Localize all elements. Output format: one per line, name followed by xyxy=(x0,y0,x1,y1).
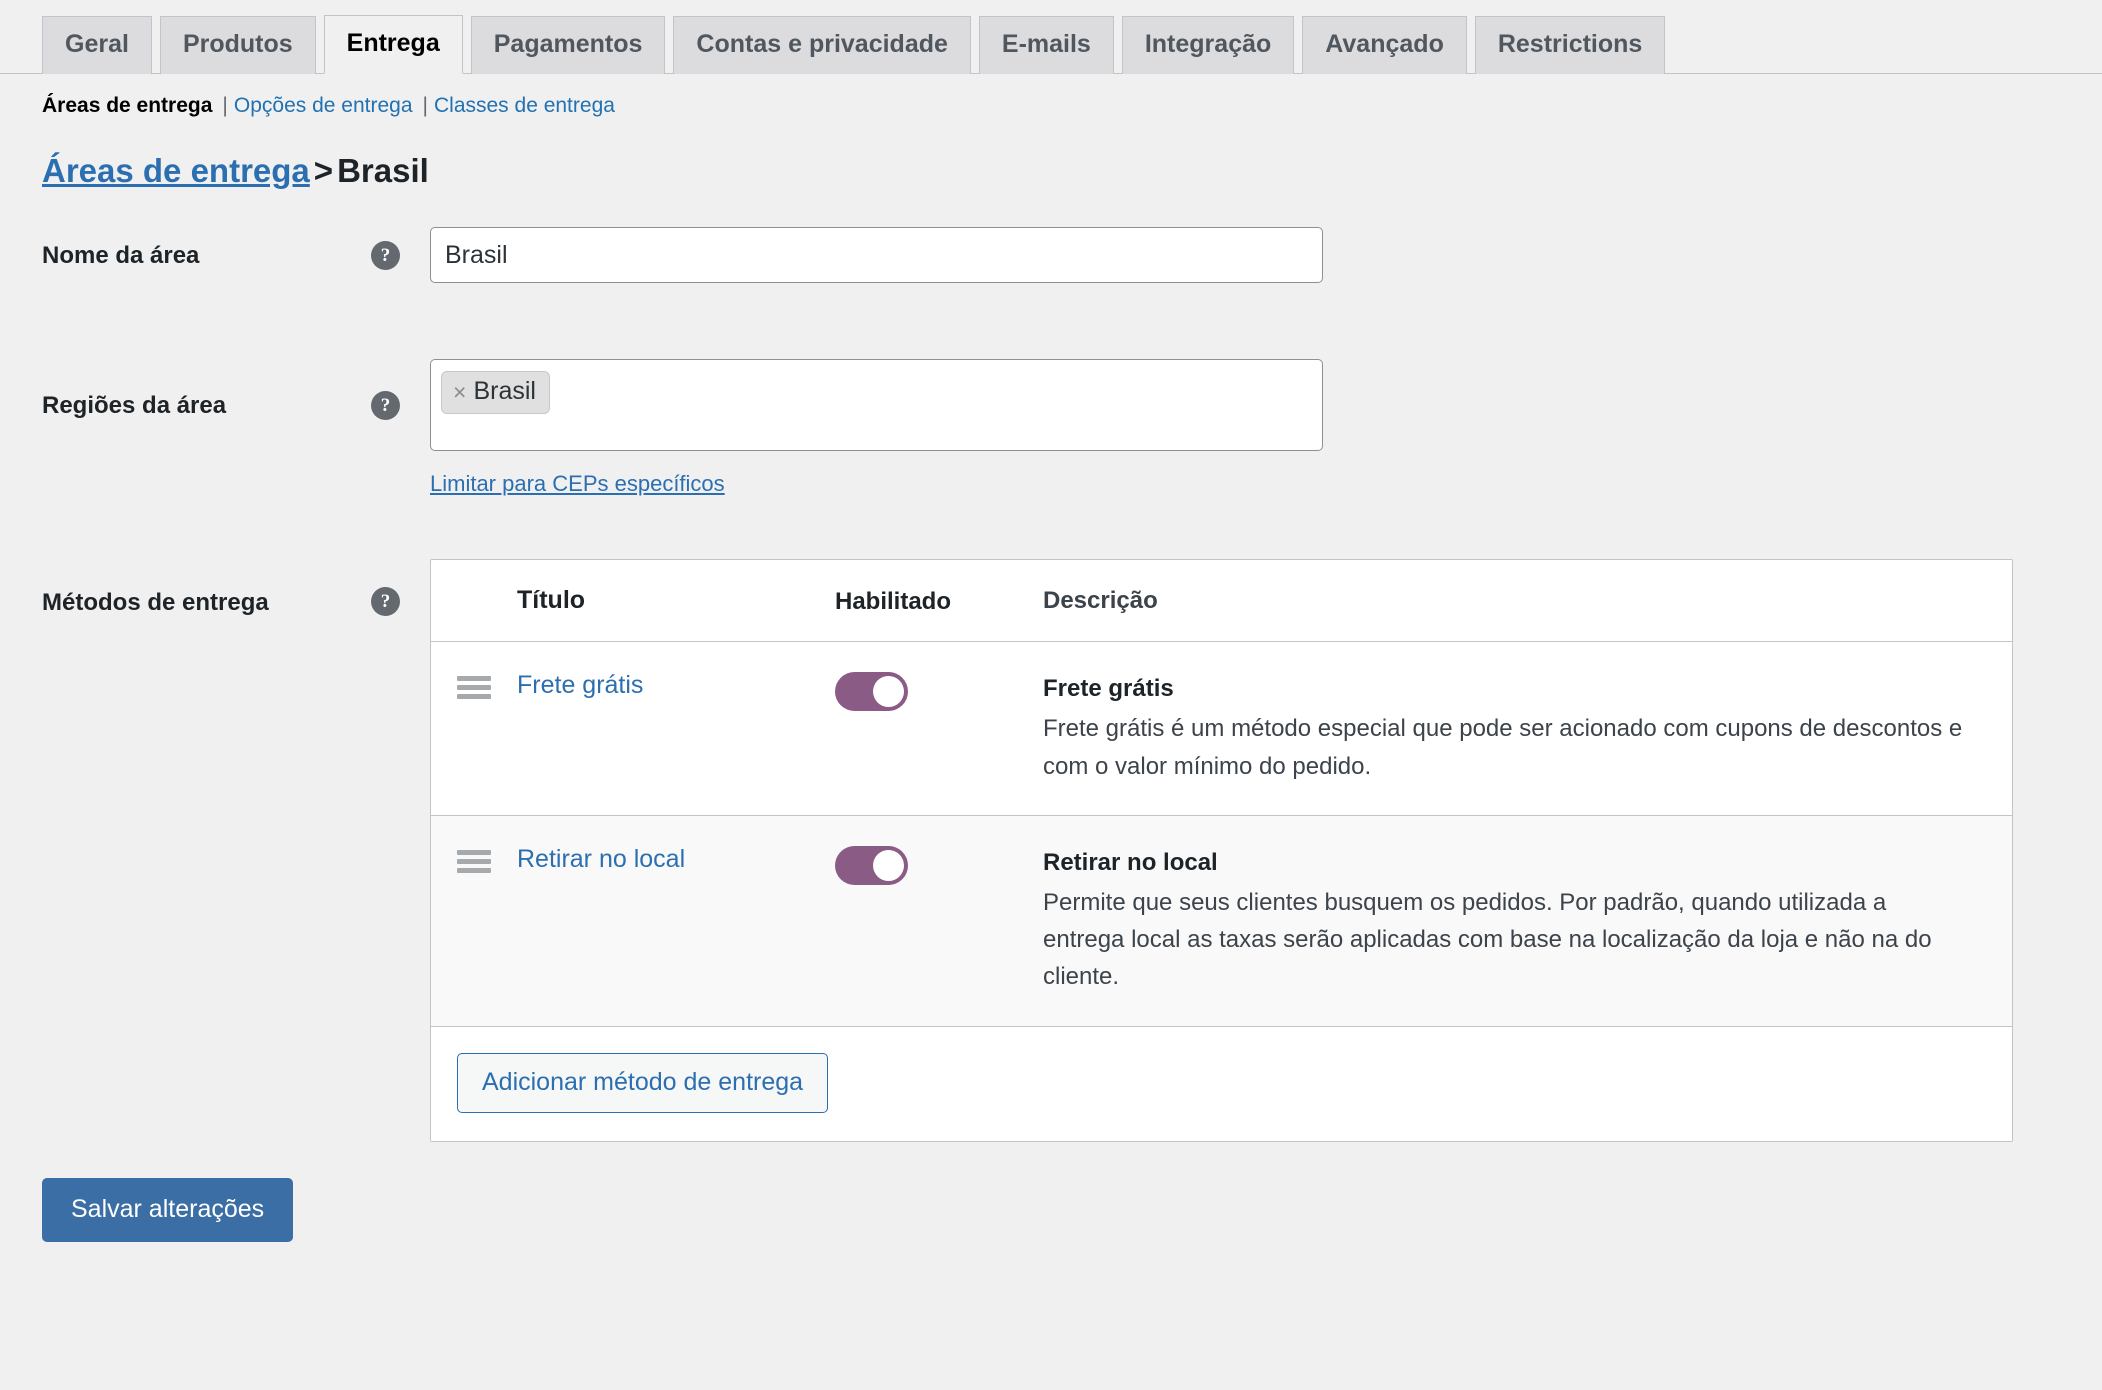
form-row-shipping-methods: Métodos de entrega ? Título Habilitado D… xyxy=(0,559,2102,1142)
zone-regions-select[interactable]: × Brasil xyxy=(430,359,1323,452)
region-tag-label: Brasil xyxy=(473,377,536,406)
table-footer-row: Adicionar método de entrega xyxy=(431,1026,2012,1141)
form-row-zone-regions: Regiões da área ? × Brasil Limitar para … xyxy=(0,359,2102,497)
drag-handle-icon[interactable] xyxy=(457,849,491,873)
table-row: Frete grátis Frete grátis Frete grátis é… xyxy=(431,642,2012,816)
description-body: Frete grátis é um método especial que po… xyxy=(1043,715,1963,780)
description-body: Permite que seus clientes busquem os ped… xyxy=(1043,889,1932,991)
shipping-method-link-retirar-no-local[interactable]: Retirar no local xyxy=(517,845,685,873)
column-header-handle xyxy=(431,598,517,604)
breadcrumb-current: Brasil xyxy=(337,152,429,190)
drag-handle-icon[interactable] xyxy=(457,676,491,700)
column-header-descricao: Descrição xyxy=(1043,587,1158,615)
tab-entrega[interactable]: Entrega xyxy=(323,14,463,74)
column-header-titulo: Título xyxy=(517,586,586,615)
row-description-cell: Retirar no local Permite que seus client… xyxy=(1043,844,2012,996)
subnav-item-opcoes-de-entrega[interactable]: Opções de entrega xyxy=(234,91,413,120)
label-shipping-methods-cell: Métodos de entrega ? xyxy=(0,559,430,617)
description-title: Retirar no local xyxy=(1043,848,1218,876)
row-description-cell: Frete grátis Frete grátis é um método es… xyxy=(1043,670,2012,785)
zone-name-input[interactable] xyxy=(430,227,1323,284)
tab-avancado[interactable]: Avançado xyxy=(1302,15,1467,74)
settings-tab-nav: Geral Produtos Entrega Pagamentos Contas… xyxy=(0,0,2102,74)
row-enabled-cell xyxy=(817,670,1043,712)
remove-icon[interactable]: × xyxy=(453,380,466,404)
breadcrumb-parent-link[interactable]: Áreas de entrega xyxy=(42,152,310,189)
add-shipping-method-button[interactable]: Adicionar método de entrega xyxy=(457,1052,829,1113)
limit-to-postcodes-link[interactable]: Limitar para CEPs específicos xyxy=(430,471,725,497)
help-icon-shipping-methods[interactable]: ? xyxy=(371,587,400,617)
tab-produtos[interactable]: Produtos xyxy=(159,15,316,74)
form-row-zone-name: Nome da área ? xyxy=(0,227,2102,284)
submit-area: Salvar alterações xyxy=(42,1177,2102,1242)
tab-integracao[interactable]: Integração xyxy=(1121,15,1295,74)
subnav-separator-2: | xyxy=(422,94,428,117)
shipping-zone-form: Nome da área ? Regiões da área ? × Brasi… xyxy=(0,227,2102,1142)
row-handle-cell xyxy=(431,670,517,700)
shipping-methods-table: Título Habilitado Descrição Frete grátis xyxy=(430,559,2013,1142)
help-icon-zone-regions[interactable]: ? xyxy=(371,390,400,420)
row-title-cell: Retirar no local xyxy=(517,844,817,875)
label-zone-name-cell: Nome da área ? xyxy=(0,227,430,283)
field-shipping-methods-cell: Título Habilitado Descrição Frete grátis xyxy=(430,559,2102,1142)
region-tag-brasil[interactable]: × Brasil xyxy=(441,371,550,414)
field-zone-regions-cell: × Brasil Limitar para CEPs específicos xyxy=(430,359,2102,497)
tab-pagamentos[interactable]: Pagamentos xyxy=(470,15,666,74)
table-row: Retirar no local Retirar no local Permit… xyxy=(431,815,2012,1027)
row-enabled-cell xyxy=(817,844,1043,885)
row-title-cell: Frete grátis xyxy=(517,670,817,701)
help-icon-zone-name[interactable]: ? xyxy=(371,240,400,270)
subnav-item-classes-de-entrega[interactable]: Classes de entrega xyxy=(434,91,615,120)
row-handle-cell xyxy=(431,844,517,873)
description-title: Frete grátis xyxy=(1043,675,1174,703)
shipping-method-link-frete-gratis[interactable]: Frete grátis xyxy=(517,671,643,699)
enabled-toggle-frete-gratis[interactable] xyxy=(835,672,908,712)
tab-restrictions[interactable]: Restrictions xyxy=(1474,15,1666,74)
label-zone-regions-cell: Regiões da área ? xyxy=(0,359,430,451)
label-zone-name: Nome da área xyxy=(42,241,200,269)
tab-emails[interactable]: E-mails xyxy=(978,15,1114,74)
tab-contas-e-privacidade[interactable]: Contas e privacidade xyxy=(673,15,971,74)
toggle-knob xyxy=(873,676,904,708)
enabled-toggle-retirar-no-local[interactable] xyxy=(835,845,908,885)
page-title: Áreas de entrega > Brasil xyxy=(42,150,2102,193)
toggle-knob xyxy=(873,849,904,881)
save-changes-button[interactable]: Salvar alterações xyxy=(42,1177,294,1242)
tab-geral[interactable]: Geral xyxy=(42,15,152,74)
shipping-subnav: Áreas de entrega | Opções de entrega | C… xyxy=(42,91,2102,120)
subnav-item-areas-de-entrega: Áreas de entrega xyxy=(42,94,213,117)
field-zone-name-cell xyxy=(430,227,2102,284)
label-shipping-methods: Métodos de entrega xyxy=(42,589,269,617)
subnav-separator-1: | xyxy=(222,94,228,117)
breadcrumb-separator: > xyxy=(313,152,334,190)
label-zone-regions: Regiões da área xyxy=(42,391,227,419)
table-header-row: Título Habilitado Descrição xyxy=(431,560,2012,643)
column-header-habilitado: Habilitado xyxy=(835,587,952,615)
